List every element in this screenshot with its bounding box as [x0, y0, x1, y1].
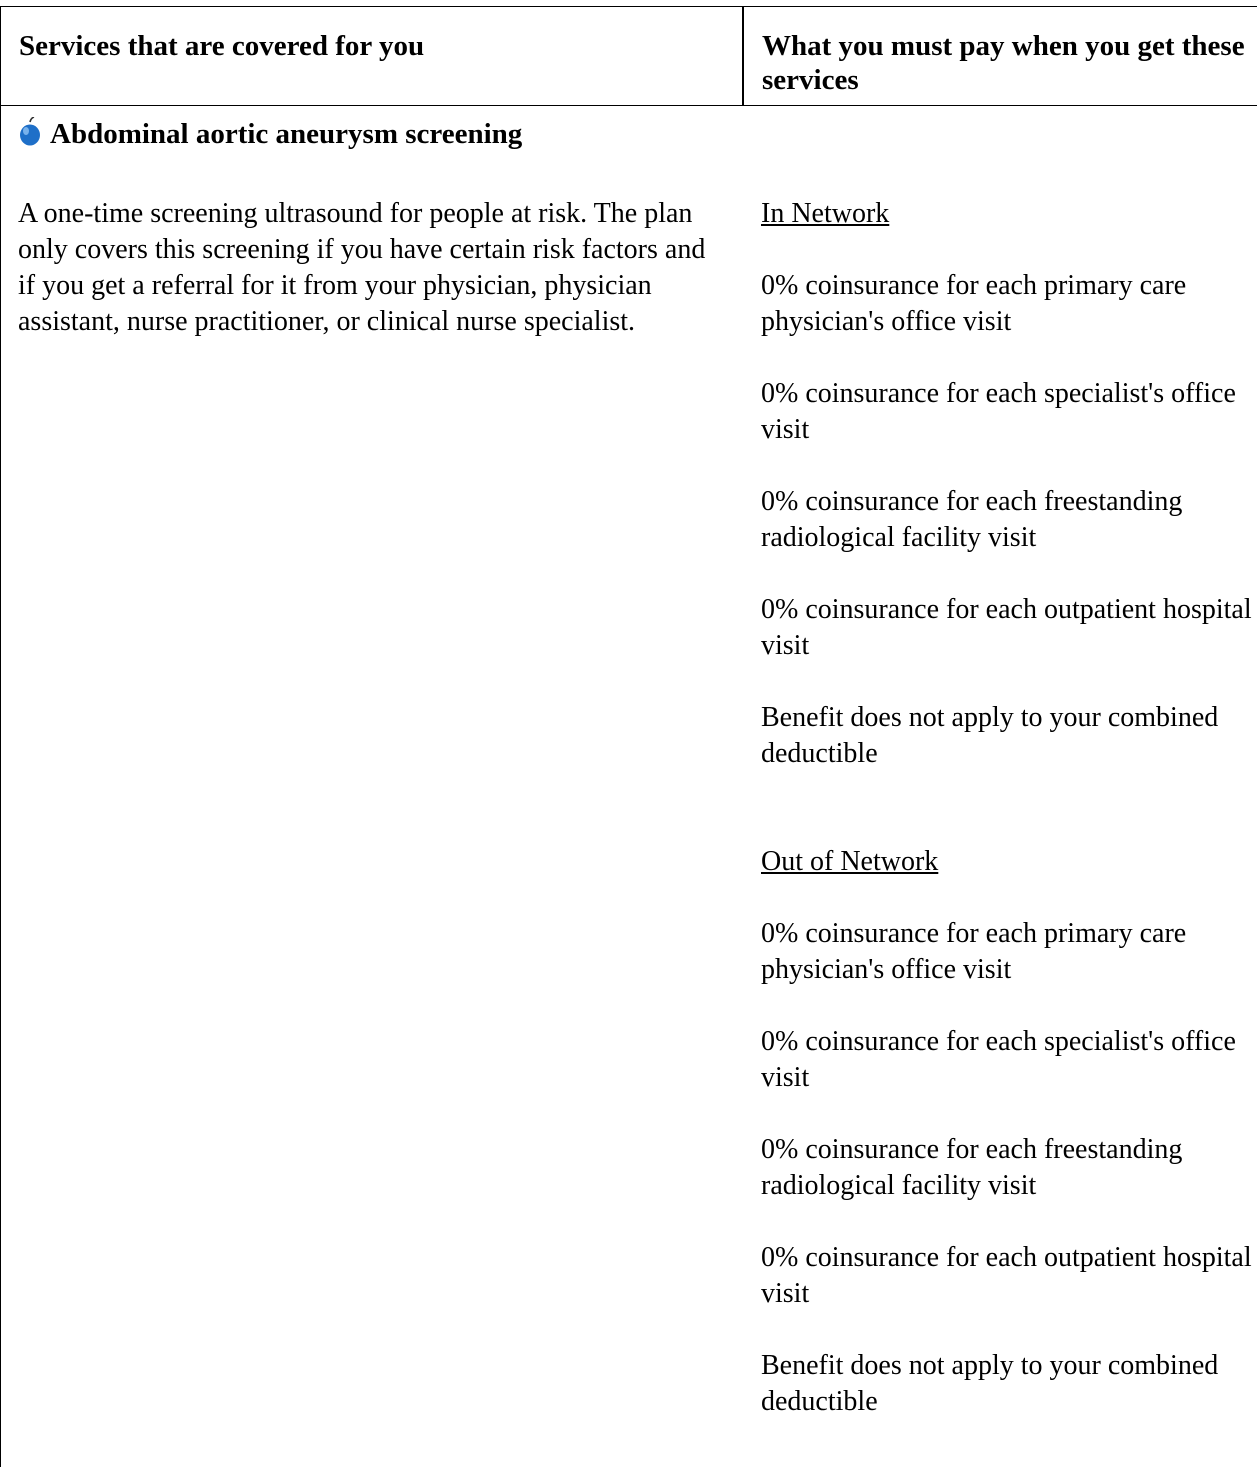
in-network-item: 0% coinsurance for each outpatient hospi…: [761, 594, 1252, 661]
service-title: Abdominal aortic aneurysm screening: [50, 118, 523, 150]
service-title-row: Abdominal aortic aneurysm screening: [18, 116, 522, 152]
service-description: A one-time screening ultrasound for peop…: [18, 198, 706, 337]
out-of-network-item: 0% coinsurance for each specialist's off…: [761, 1026, 1236, 1093]
header-what-you-pay: What you must pay when you get these ser…: [762, 30, 1245, 96]
table-header-row: Services that are covered for you What y…: [1, 7, 1257, 106]
in-network-item: 0% coinsurance for each freestanding rad…: [761, 486, 1183, 553]
in-network-item: 0% coinsurance for each primary care phy…: [761, 270, 1187, 337]
out-of-network-item: 0% coinsurance for each freestanding rad…: [761, 1134, 1183, 1201]
out-of-network-item: 0% coinsurance for each primary care phy…: [761, 918, 1187, 985]
in-network-item: 0% coinsurance for each specialist's off…: [761, 378, 1236, 445]
out-of-network-item: Benefit does not apply to your combined …: [761, 1350, 1219, 1417]
in-network-item: Benefit does not apply to your combined …: [761, 702, 1219, 769]
out-of-network-item: 0% coinsurance for each outpatient hospi…: [761, 1242, 1252, 1309]
payment-column: In Network 0% coinsurance for each prima…: [761, 196, 1257, 1456]
apple-icon: [18, 116, 42, 147]
out-of-network-heading: Out of Network: [761, 846, 939, 877]
in-network-heading: In Network: [761, 198, 890, 229]
header-services-covered: Services that are covered for you: [19, 30, 425, 62]
header-column-divider: [742, 7, 744, 105]
